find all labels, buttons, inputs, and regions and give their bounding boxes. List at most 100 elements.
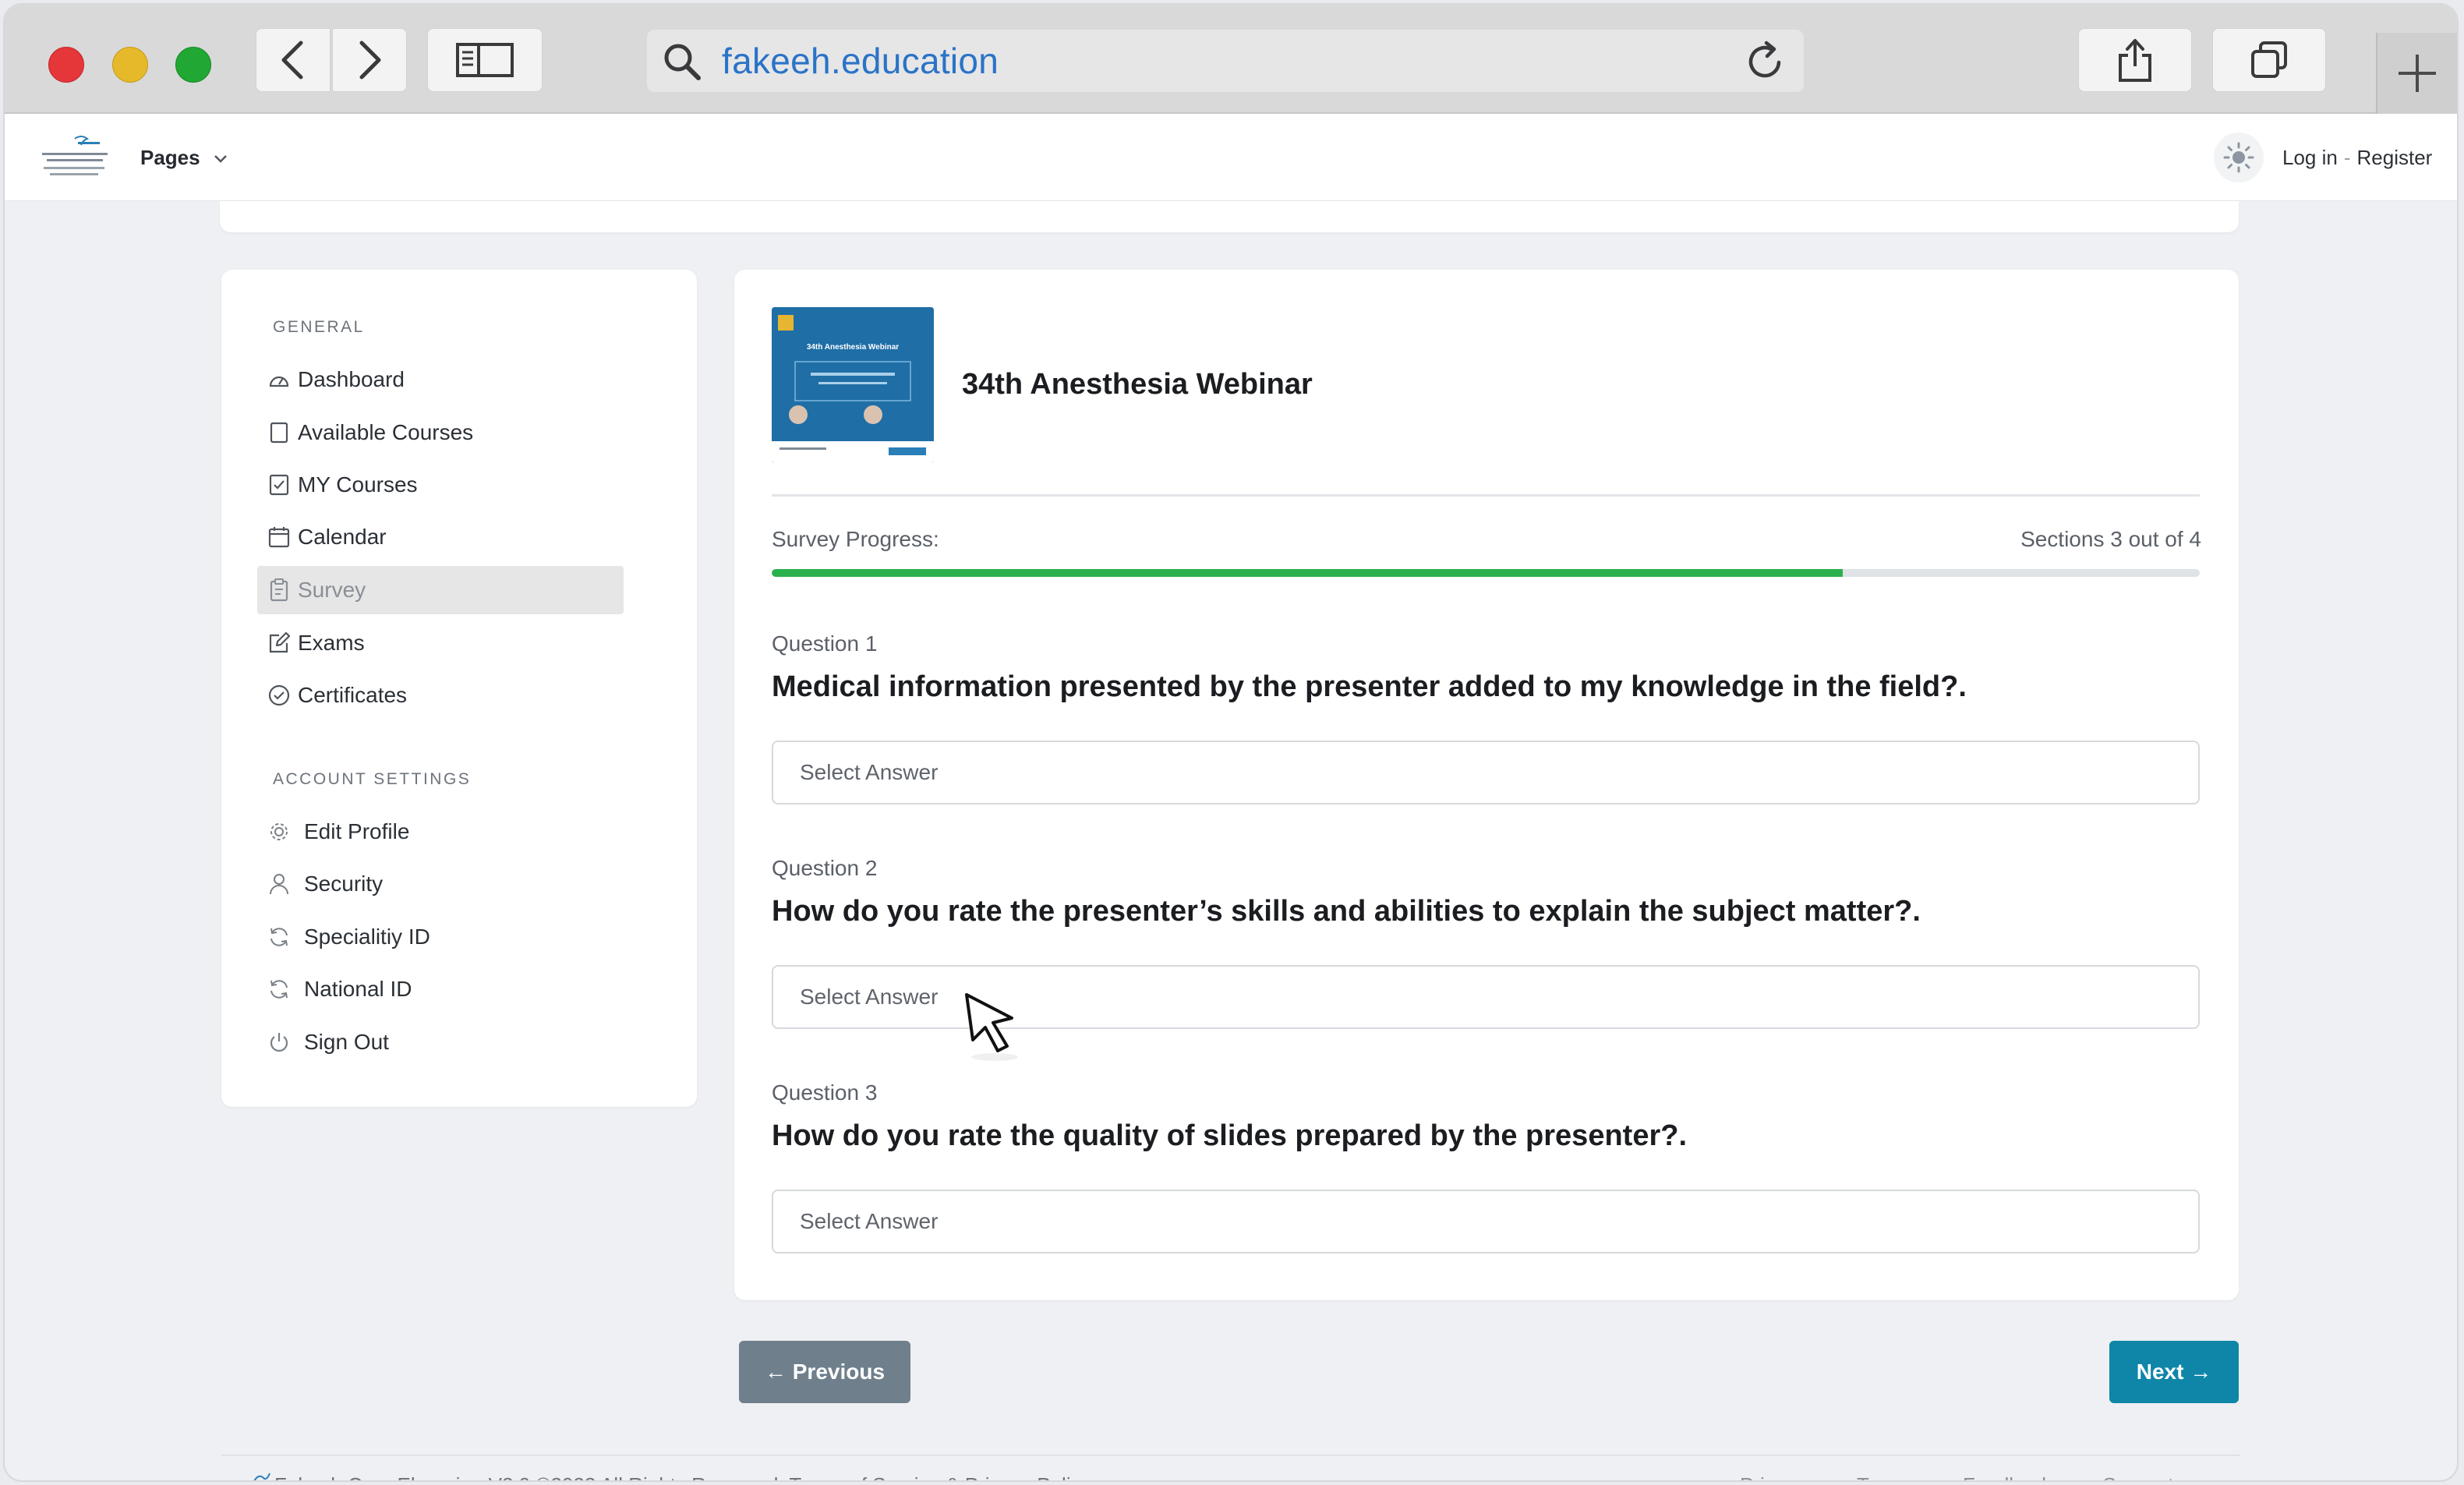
chevron-left-icon bbox=[281, 41, 303, 80]
gear-icon bbox=[265, 818, 293, 846]
thumbnail-caption: 34th Anesthesia Webinar bbox=[807, 343, 899, 352]
survey-progress-fill bbox=[772, 569, 1843, 577]
sidebar-heading-general: GENERAL bbox=[273, 318, 365, 336]
url-text: fakeeh.education bbox=[722, 41, 999, 81]
survey-card: 34th Anesthesia Webinar 34th Anesthesia … bbox=[734, 270, 2239, 1300]
power-icon bbox=[265, 1028, 293, 1056]
dashboard-icon bbox=[265, 366, 293, 394]
sidebar-icon bbox=[456, 43, 514, 77]
sidebar-item-sign-out[interactable]: Sign Out bbox=[257, 1018, 624, 1066]
check-circle-icon bbox=[265, 681, 293, 709]
question-3-answer-select[interactable]: Select Answer bbox=[772, 1190, 2200, 1253]
mouse-cursor-icon bbox=[965, 993, 1018, 1061]
clipboard-icon bbox=[265, 576, 293, 604]
sidebar-item-label: Dashboard bbox=[298, 367, 405, 391]
previous-button[interactable]: ← Previous bbox=[739, 1341, 910, 1403]
sidebar-item-label: Calendar bbox=[298, 525, 387, 549]
question-3-text: How do you rate the quality of slides pr… bbox=[772, 1119, 1688, 1152]
new-tab-button[interactable] bbox=[2376, 33, 2457, 114]
question-1-label: Question 1 bbox=[772, 631, 878, 656]
close-window-button[interactable] bbox=[48, 47, 84, 83]
question-3-label: Question 3 bbox=[772, 1080, 878, 1105]
sidebar-item-edit-profile[interactable]: Edit Profile bbox=[257, 808, 624, 856]
checkbox-icon bbox=[265, 471, 293, 499]
course-title: 34th Anesthesia Webinar bbox=[962, 368, 1313, 401]
next-button[interactable]: Next → bbox=[2109, 1341, 2239, 1403]
footer-logo bbox=[253, 1473, 270, 1480]
reload-icon[interactable] bbox=[1745, 39, 1788, 83]
tabs-icon bbox=[2251, 41, 2287, 78]
sidebar: GENERAL Dashboard Available Courses MY C… bbox=[221, 270, 697, 1107]
survey-progress-bar bbox=[772, 569, 2200, 577]
search-icon bbox=[664, 44, 701, 80]
pages-menu[interactable]: Pages bbox=[140, 114, 228, 201]
theme-toggle-button[interactable] bbox=[2214, 133, 2264, 182]
minimize-window-button[interactable] bbox=[112, 47, 148, 83]
footer-link-terms[interactable]: Terms bbox=[1857, 1473, 1912, 1480]
sun-icon bbox=[2223, 142, 2254, 173]
question-1-answer-select[interactable]: Select Answer bbox=[772, 741, 2200, 804]
footer-link-support[interactable]: Support bbox=[2102, 1473, 2173, 1480]
sidebar-item-label: Survey bbox=[298, 578, 366, 602]
sidebar-item-label: Security bbox=[304, 872, 384, 896]
footer-divider bbox=[221, 1455, 2240, 1456]
question-1-text: Medical information presented by the pre… bbox=[772, 670, 1967, 703]
question-2-text: How do you rate the presenter’s skills a… bbox=[772, 895, 1921, 928]
sidebar-item-speciality-id[interactable]: Specialitiy ID bbox=[257, 913, 624, 961]
calendar-icon bbox=[265, 523, 293, 551]
sidebar-heading-account-settings: ACCOUNT SETTINGS bbox=[273, 770, 472, 788]
sidebar-item-label: Exams bbox=[298, 631, 365, 655]
fakeeh-logo[interactable] bbox=[36, 131, 111, 184]
edit-icon bbox=[265, 629, 293, 657]
forward-button[interactable] bbox=[332, 28, 407, 92]
share-button[interactable] bbox=[2078, 28, 2192, 92]
maximize-window-button[interactable] bbox=[175, 47, 211, 83]
browser-window: fakeeh.education Pages Log in - Register… bbox=[5, 5, 2457, 1480]
site-navbar: Pages Log in - Register bbox=[5, 114, 2457, 201]
browser-toolbar: fakeeh.education bbox=[5, 5, 2457, 114]
survey-progress-label: Survey Progress: bbox=[772, 527, 939, 551]
square-icon bbox=[265, 419, 293, 447]
tabs-overview-button[interactable] bbox=[2212, 28, 2326, 92]
sidebar-item-label: Specialitiy ID bbox=[304, 925, 430, 949]
sidebar-item-label: Edit Profile bbox=[304, 819, 410, 843]
chevron-right-icon bbox=[359, 41, 381, 80]
header-divider bbox=[772, 494, 2200, 497]
user-icon bbox=[265, 870, 293, 898]
question-2-label: Question 2 bbox=[772, 856, 878, 880]
footer-links: Privacy Terms Feedback Support bbox=[1740, 1473, 2219, 1480]
footer-copyright: Fakeeh Care Elearning V2.0 ©2023 All Rig… bbox=[274, 1473, 1091, 1480]
survey-progress-count: Sections 3 out of 4 bbox=[2020, 527, 2201, 551]
pages-menu-label: Pages bbox=[140, 146, 200, 169]
sidebar-toggle-button[interactable] bbox=[427, 28, 543, 92]
auth-separator: - bbox=[2343, 146, 2351, 169]
sidebar-item-national-id[interactable]: National ID bbox=[257, 965, 624, 1013]
chevron-down-icon bbox=[214, 155, 227, 163]
refresh-icon bbox=[265, 923, 293, 951]
course-thumbnail: 34th Anesthesia Webinar bbox=[772, 307, 934, 463]
sidebar-item-exams[interactable]: Exams bbox=[257, 619, 624, 667]
refresh-icon bbox=[265, 975, 293, 1003]
sidebar-item-label: Sign Out bbox=[304, 1030, 389, 1054]
page-header-strip bbox=[220, 201, 2239, 232]
sidebar-item-survey[interactable]: Survey bbox=[257, 566, 624, 614]
sidebar-item-security[interactable]: Security bbox=[257, 860, 624, 908]
plus-icon bbox=[2399, 55, 2436, 92]
sidebar-item-calendar[interactable]: Calendar bbox=[257, 513, 624, 561]
sidebar-item-label: Certificates bbox=[298, 683, 408, 707]
back-button[interactable] bbox=[256, 28, 331, 92]
sidebar-item-my-courses[interactable]: MY Courses bbox=[257, 461, 624, 509]
auth-links: Log in - Register bbox=[2282, 114, 2432, 201]
share-icon bbox=[2119, 39, 2151, 82]
sidebar-item-label: National ID bbox=[304, 977, 412, 1001]
sidebar-item-available-courses[interactable]: Available Courses bbox=[257, 408, 624, 457]
sidebar-item-label: Available Courses bbox=[298, 420, 474, 444]
address-bar[interactable]: fakeeh.education bbox=[647, 30, 1804, 92]
register-link[interactable]: Register bbox=[2357, 146, 2433, 169]
sidebar-item-label: MY Courses bbox=[298, 472, 418, 497]
sidebar-item-dashboard[interactable]: Dashboard bbox=[257, 355, 624, 404]
sidebar-item-certificates[interactable]: Certificates bbox=[257, 671, 624, 720]
footer-link-feedback[interactable]: Feedback bbox=[1963, 1473, 2052, 1480]
footer-link-privacy[interactable]: Privacy bbox=[1740, 1473, 1806, 1480]
login-link[interactable]: Log in bbox=[2282, 146, 2338, 169]
